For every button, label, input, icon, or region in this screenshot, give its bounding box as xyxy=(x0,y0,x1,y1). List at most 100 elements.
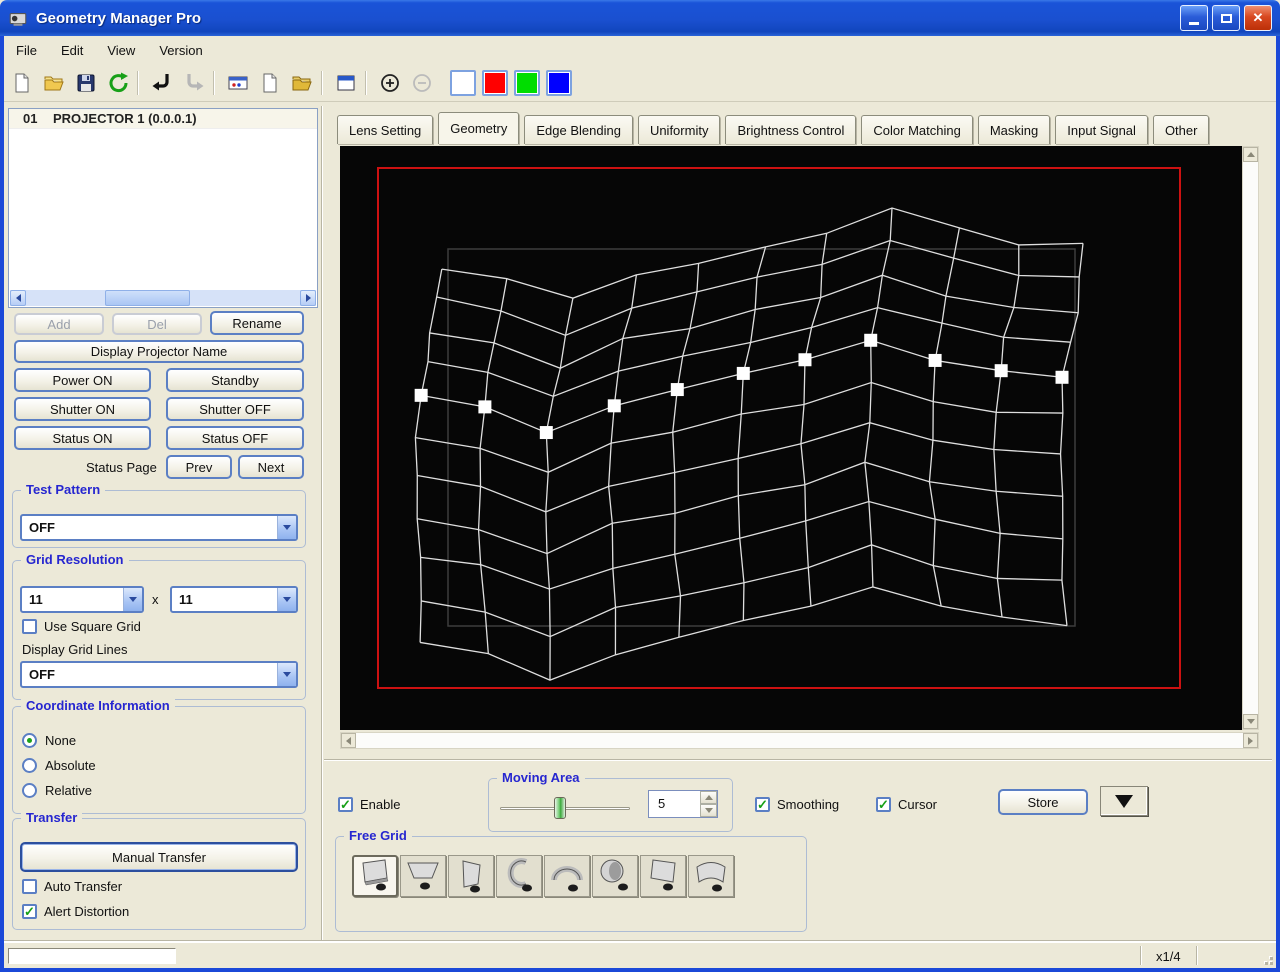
dropdown-button[interactable] xyxy=(277,588,296,611)
auto-transfer-checkbox[interactable]: ✓ Auto Transfer xyxy=(22,879,122,894)
projector-list[interactable]: 01 PROJECTOR 1 (0.0.0.1) xyxy=(8,108,318,308)
tab-other[interactable]: Other xyxy=(1152,115,1210,144)
geometry-canvas[interactable] xyxy=(340,146,1242,730)
scroll-thumb[interactable] xyxy=(105,290,190,306)
scroll-left-button[interactable] xyxy=(10,290,26,306)
surface-flat-screen-button[interactable] xyxy=(352,855,398,897)
dropdown-button[interactable] xyxy=(123,588,142,611)
surface-sphere-button[interactable] xyxy=(592,855,638,897)
coord-relative-radio[interactable]: Relative xyxy=(22,783,92,798)
tab-lens-setting[interactable]: Lens Setting xyxy=(337,115,434,144)
tab-masking[interactable]: Masking xyxy=(977,115,1051,144)
title-bar[interactable]: Geometry Manager Pro ✕ xyxy=(0,0,1280,36)
add-button[interactable]: Add xyxy=(14,313,104,335)
refresh-button[interactable] xyxy=(104,70,132,96)
grid-control-point[interactable] xyxy=(798,353,812,367)
moving-area-slider-thumb[interactable] xyxy=(554,797,566,819)
surface-vertical-cylinder-button[interactable] xyxy=(496,855,542,897)
enable-checkbox[interactable]: ✓ Enable xyxy=(338,797,400,812)
cursor-checkbox[interactable]: ✓ Cursor xyxy=(876,797,937,812)
surface-angled-flat-screen-button[interactable] xyxy=(640,855,686,897)
canvas-hscrollbar[interactable] xyxy=(340,732,1259,749)
save-button[interactable] xyxy=(72,70,100,96)
shutter-on-button[interactable]: Shutter ON xyxy=(14,397,151,421)
status-on-button[interactable]: Status ON xyxy=(14,426,151,450)
menu-edit[interactable]: Edit xyxy=(49,39,95,62)
blue-color-button[interactable] xyxy=(546,69,572,96)
close-button[interactable]: ✕ xyxy=(1244,5,1272,31)
manual-transfer-button[interactable]: Manual Transfer xyxy=(20,842,298,872)
undo-button[interactable] xyxy=(148,70,176,96)
new-file-button[interactable] xyxy=(8,70,36,96)
grid-control-point[interactable] xyxy=(928,353,942,367)
tab-uniformity[interactable]: Uniformity xyxy=(637,115,721,144)
tab-edge-blending[interactable]: Edge Blending xyxy=(524,115,633,144)
store-dropdown-button[interactable] xyxy=(1100,786,1148,816)
tab-geometry[interactable]: Geometry xyxy=(438,112,520,144)
zoom-out-button-disabled[interactable] xyxy=(408,70,436,96)
coord-absolute-radio[interactable]: Absolute xyxy=(22,758,96,773)
new-layout-button[interactable] xyxy=(256,70,284,96)
display-grid-lines-select[interactable]: OFF xyxy=(20,661,298,688)
scroll-down-button[interactable] xyxy=(1243,714,1258,729)
tab-brightness-control[interactable]: Brightness Control xyxy=(725,115,857,144)
grid-control-point[interactable] xyxy=(607,399,621,413)
scroll-left-button[interactable] xyxy=(341,733,356,748)
spinner-up-button[interactable] xyxy=(700,791,717,804)
grid-control-point[interactable] xyxy=(736,366,750,380)
rename-button[interactable]: Rename xyxy=(210,311,304,335)
open-layout-button[interactable] xyxy=(288,70,316,96)
grid-control-point[interactable] xyxy=(1055,370,1069,384)
shutter-off-button[interactable]: Shutter OFF xyxy=(166,397,304,421)
status-off-button[interactable]: Status OFF xyxy=(166,426,304,450)
maximize-button[interactable] xyxy=(1212,5,1240,31)
grid-control-point[interactable] xyxy=(539,426,553,440)
del-button[interactable]: Del xyxy=(112,313,202,335)
grid-columns-select[interactable]: 11 xyxy=(20,586,144,613)
window-view-button[interactable] xyxy=(332,70,360,96)
coord-none-radio[interactable]: None xyxy=(22,733,76,748)
dropdown-button[interactable] xyxy=(277,516,296,539)
dropdown-button[interactable] xyxy=(277,663,296,686)
status-page-prev-button[interactable]: Prev xyxy=(166,455,232,479)
projector-panel-button[interactable] xyxy=(224,70,252,96)
distortion-grid[interactable] xyxy=(340,146,1242,730)
projector-list-item[interactable]: 01 PROJECTOR 1 (0.0.0.1) xyxy=(9,109,317,129)
redo-button-disabled[interactable] xyxy=(180,70,208,96)
menu-version[interactable]: Version xyxy=(147,39,214,62)
open-file-button[interactable] xyxy=(40,70,68,96)
green-color-button[interactable] xyxy=(514,69,540,96)
power-on-button[interactable]: Power ON xyxy=(14,368,151,392)
scroll-up-button[interactable] xyxy=(1243,147,1258,162)
canvas-vscrollbar[interactable] xyxy=(1242,146,1259,730)
surface-horizontal-cylinder-button[interactable] xyxy=(544,855,590,897)
grid-rows-select[interactable]: 11 xyxy=(170,586,298,613)
surface-curved-screen-button[interactable] xyxy=(688,855,734,897)
status-page-next-button[interactable]: Next xyxy=(238,455,304,479)
grid-control-point[interactable] xyxy=(670,383,684,397)
spinner-down-button[interactable] xyxy=(700,804,717,817)
red-color-button[interactable] xyxy=(482,69,508,96)
tab-input-signal[interactable]: Input Signal xyxy=(1055,115,1148,144)
minimize-button[interactable] xyxy=(1180,5,1208,31)
surface-tilted-screen-button[interactable] xyxy=(400,855,446,897)
tab-color-matching[interactable]: Color Matching xyxy=(861,115,973,144)
standby-button[interactable]: Standby xyxy=(166,368,304,392)
menu-view[interactable]: View xyxy=(95,39,147,62)
grid-control-point[interactable] xyxy=(994,364,1008,378)
scroll-right-button[interactable] xyxy=(300,290,316,306)
grid-control-point[interactable] xyxy=(414,388,428,402)
alert-distortion-checkbox[interactable]: ✓ Alert Distortion xyxy=(22,904,129,919)
white-color-button[interactable] xyxy=(450,69,476,96)
test-pattern-select[interactable]: OFF xyxy=(20,514,298,541)
projector-list-hscrollbar[interactable] xyxy=(10,290,316,306)
zoom-in-button[interactable] xyxy=(376,70,404,96)
menu-file[interactable]: File xyxy=(4,39,49,62)
scroll-right-button[interactable] xyxy=(1243,733,1258,748)
grid-control-point[interactable] xyxy=(478,400,492,414)
store-button[interactable]: Store xyxy=(998,789,1088,815)
use-square-grid-checkbox[interactable]: ✓ Use Square Grid xyxy=(22,619,141,634)
surface-angled-screen-button[interactable] xyxy=(448,855,494,897)
moving-area-spinner[interactable]: 5 xyxy=(648,790,718,818)
resize-grip[interactable] xyxy=(1259,951,1273,965)
